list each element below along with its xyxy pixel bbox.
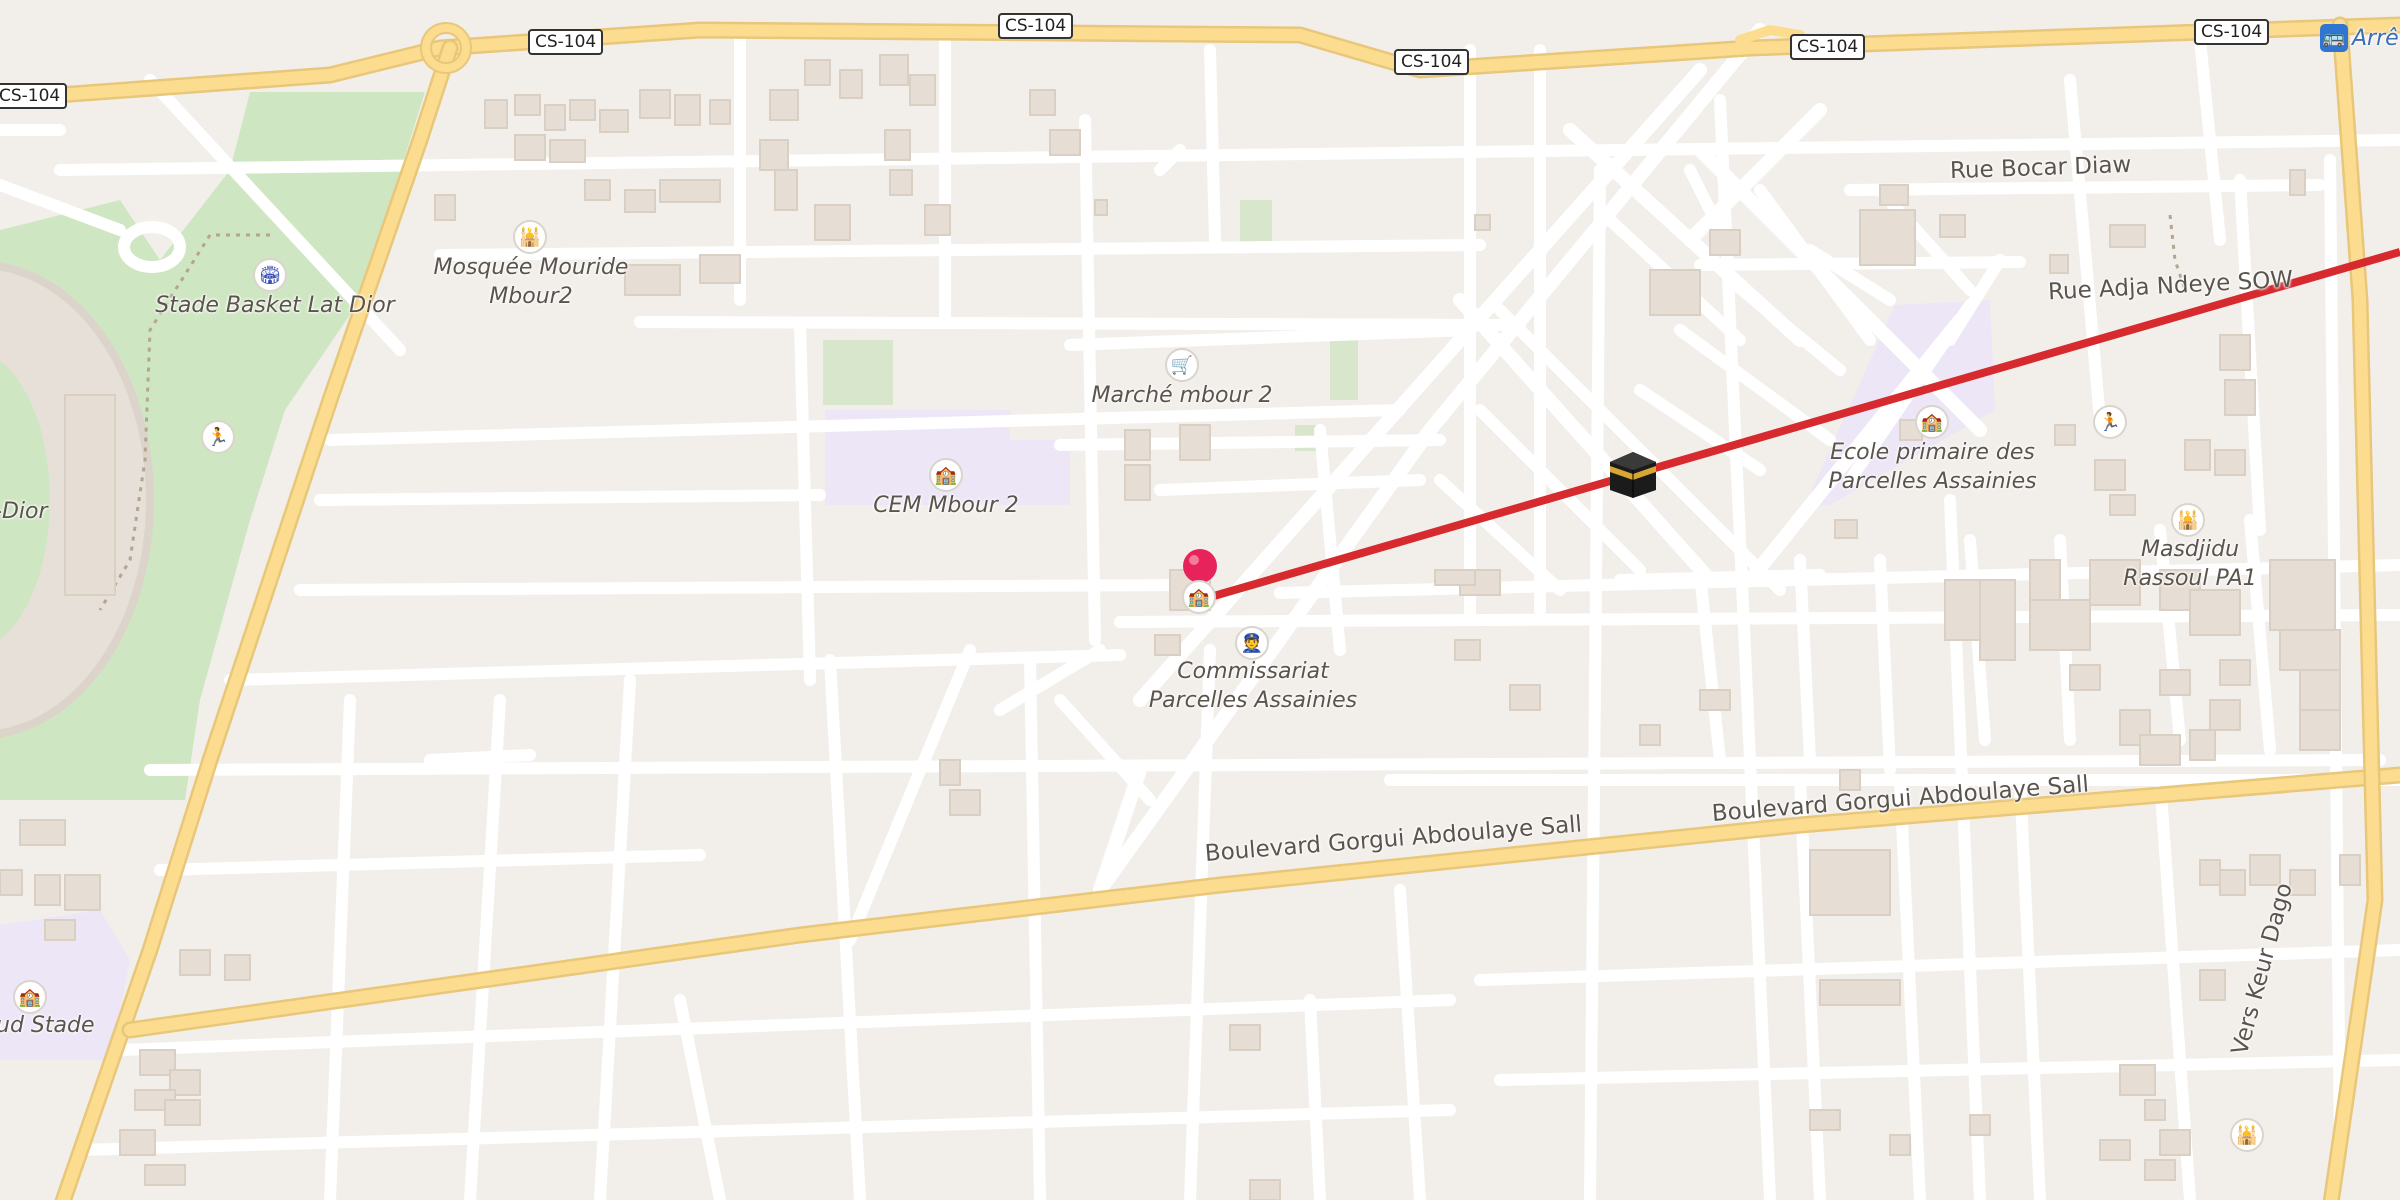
school-icon-3[interactable]: 🏫 [1915, 405, 1949, 439]
road-shield: CS-104 [998, 13, 1074, 39]
label-marche: Marché mbour 2 [1091, 383, 1273, 408]
bus-stop-icon[interactable]: 🚌 [2320, 24, 2348, 52]
label-ecole: Ecole primaire des Parcelles Assainies [1828, 440, 2037, 494]
road-shield: CS-104 [1790, 34, 1866, 60]
label-arret-partial: Arrê [2352, 26, 2399, 51]
kaaba-icon[interactable] [1608, 450, 1658, 500]
label-masdjidu: Masdjidu Rassoul PA1 [2123, 537, 2257, 591]
map-canvas[interactable]: 🕌 🏟 🏃 🛒 🏫 🏫 👮 🏫 🏃 🕌 🏫 🕌 🚌 CS-104 CS-104 … [0, 0, 2400, 1200]
mosque-icon-3[interactable]: 🕌 [2230, 1118, 2264, 1152]
road-shield: CS-104 [2194, 19, 2270, 45]
road-shield: CS-104 [0, 83, 68, 109]
school-icon[interactable]: 🏫 [929, 458, 963, 492]
mosque-icon[interactable]: 🕌 [513, 220, 547, 254]
shopping-cart-icon[interactable]: 🛒 [1165, 348, 1199, 382]
school-icon-2[interactable]: 🏫 [1182, 580, 1216, 614]
label-stade-partial: ud Stade [0, 1013, 95, 1038]
label-cem: CEM Mbour 2 [873, 493, 1019, 518]
school-icon-4[interactable]: 🏫 [13, 980, 47, 1014]
label-commissariat: Commissariat Parcelles Assainies [1148, 659, 1358, 713]
police-icon[interactable]: 👮 [1235, 626, 1269, 660]
sports-icon-2[interactable]: 🏃 [2093, 405, 2127, 439]
stadium-icon[interactable]: 🏟 [253, 258, 287, 292]
label-mosque-mouride: Mosquée Mouride Mbour2 [433, 255, 629, 309]
mosque-icon-2[interactable]: 🕌 [2171, 503, 2205, 537]
road-shield: CS-104 [1394, 49, 1470, 75]
sports-icon[interactable]: 🏃 [201, 420, 235, 454]
label-stade-basket: Stade Basket Lat Dior [155, 293, 395, 318]
road-shield: CS-104 [528, 29, 604, 55]
label-dior-partial: -Dior [0, 499, 48, 524]
